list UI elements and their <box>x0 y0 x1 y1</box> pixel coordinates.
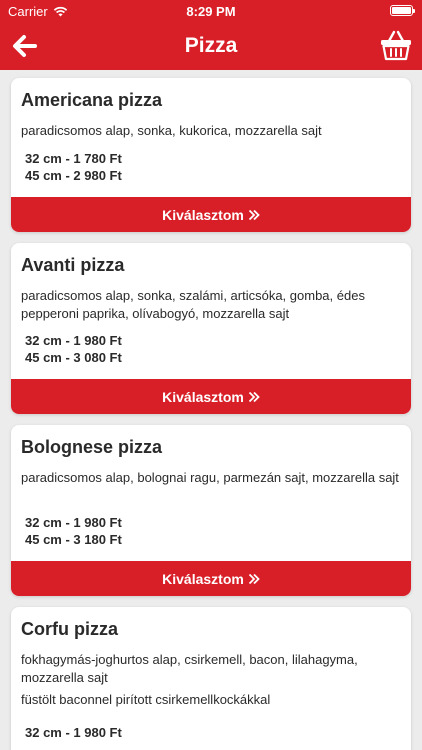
select-button[interactable]: Kiválasztom <box>11 379 411 414</box>
battery-icon <box>390 5 415 16</box>
pizza-prices: 32 cm - 1 980 Ft 45 cm - 3 180 Ft <box>25 514 122 548</box>
select-button-label: Kiválasztom <box>162 388 244 405</box>
pizza-card: Corfu pizza fokhagymás-joghurtos alap, c… <box>11 607 411 750</box>
basket-button[interactable] <box>380 28 412 62</box>
title-bar: Pizza <box>0 22 422 70</box>
pizza-card: Avanti pizza paradicsomos alap, sonka, s… <box>11 243 411 414</box>
pizza-card: Americana pizza paradicsomos alap, sonka… <box>11 78 411 232</box>
price-32cm: 32 cm - 1 980 Ft <box>25 333 122 348</box>
pizza-description: paradicsomos alap, bolognai ragu, parmez… <box>21 470 399 485</box>
price-32cm: 32 cm - 1 780 Ft <box>25 151 122 166</box>
price-45cm: 45 cm - 3 180 Ft <box>25 532 122 547</box>
pizza-prices: 32 cm - 1 980 Ft <box>25 724 122 741</box>
basket-icon <box>381 30 411 61</box>
status-time: 8:29 PM <box>186 4 236 19</box>
pizza-card: Bolognese pizza paradicsomos alap, bolog… <box>11 425 411 596</box>
select-button-label: Kiválasztom <box>162 570 244 587</box>
price-45cm: 45 cm - 3 080 Ft <box>25 350 122 365</box>
pizza-description: paradicsomos alap, sonka, kukorica, mozz… <box>21 123 322 138</box>
pizza-name: Americana pizza <box>21 90 163 110</box>
price-45cm: 45 cm - 2 980 Ft <box>25 168 122 183</box>
select-button[interactable]: Kiválasztom <box>11 197 411 232</box>
pizza-name: Avanti pizza <box>21 255 125 275</box>
pizza-list[interactable]: Americana pizza paradicsomos alap, sonka… <box>0 70 422 750</box>
status-bar: Carrier 8:29 PM <box>0 0 422 22</box>
double-chevron-right-icon <box>248 391 260 402</box>
select-button-label: Kiválasztom <box>162 206 244 223</box>
pizza-description: paradicsomos alap, sonka, szalámi, artic… <box>21 288 365 321</box>
pizza-prices: 32 cm - 1 980 Ft 45 cm - 3 080 Ft <box>25 332 122 366</box>
pizza-description: fokhagymás-joghurtos alap, csirkemell, b… <box>21 652 358 685</box>
pizza-prices: 32 cm - 1 780 Ft 45 cm - 2 980 Ft <box>25 150 122 184</box>
pizza-name: Corfu pizza <box>21 619 118 639</box>
page-title: Pizza <box>184 34 238 57</box>
price-32cm: 32 cm - 1 980 Ft <box>25 725 122 740</box>
price-32cm: 32 cm - 1 980 Ft <box>25 515 122 530</box>
pizza-name: Bolognese pizza <box>21 437 163 457</box>
select-button[interactable]: Kiválasztom <box>11 561 411 596</box>
double-chevron-right-icon <box>248 209 260 220</box>
double-chevron-right-icon <box>248 573 260 584</box>
app-header: Carrier 8:29 PM Pizza <box>0 0 422 70</box>
pizza-extra-description: füstölt baconnel pirított csirkemellkock… <box>21 692 271 707</box>
